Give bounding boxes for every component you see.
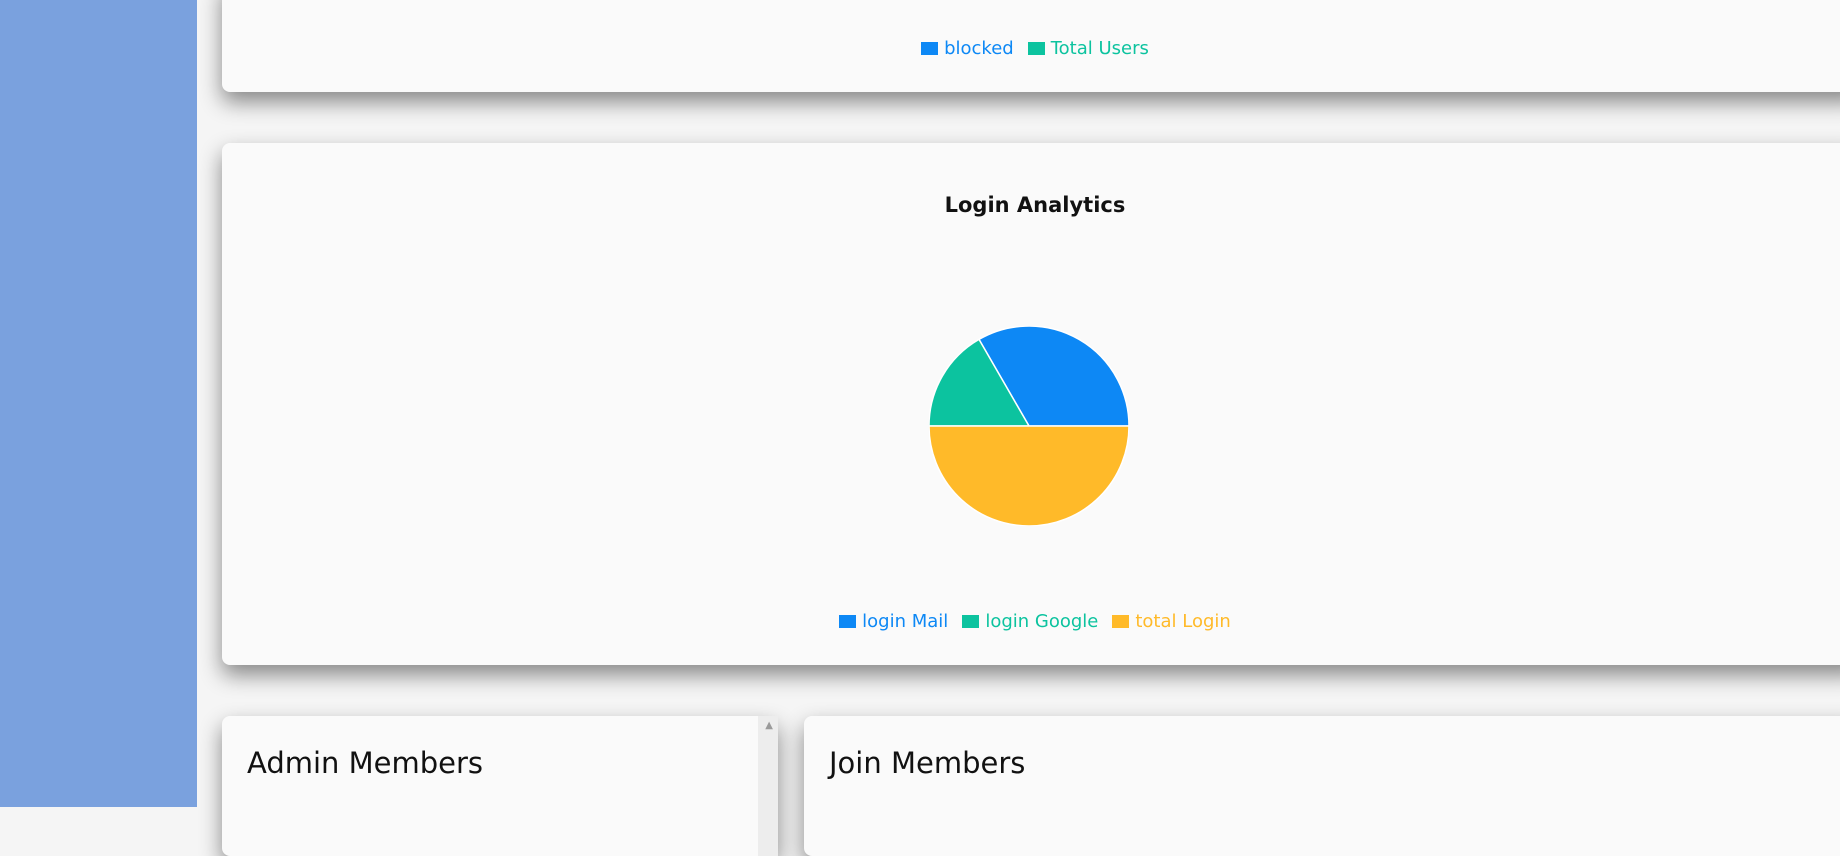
legend-swatch-login-mail <box>839 615 857 628</box>
legend-item-blocked[interactable]: blocked <box>921 38 1014 59</box>
legend-item-total-users[interactable]: Total Users <box>1027 38 1149 59</box>
legend-label-login-google: login Google <box>985 611 1099 632</box>
admin-members-title: Admin Members <box>247 746 484 780</box>
pie-slice-total-login[interactable] <box>929 425 1129 526</box>
legend-swatch-total-login <box>1112 615 1130 628</box>
legend-swatch-total-users <box>1027 42 1045 55</box>
scroll-up-arrow-icon[interactable]: ▲ <box>765 720 773 731</box>
admin-members-card: Admin Members ▲ <box>222 716 778 856</box>
login-analytics-pie <box>929 326 1129 526</box>
users-chart-legend: blocked Total Users <box>215 38 1840 59</box>
legend-label-login-mail: login Mail <box>862 611 949 632</box>
join-members-card: Join Members <box>804 716 1840 856</box>
admin-members-scrollbar[interactable]: ▲ <box>758 716 778 856</box>
users-chart-card: blocked Total Users <box>222 0 1840 92</box>
join-members-title: Join Members <box>829 746 1026 780</box>
login-analytics-legend: login Mail login Google total Login <box>215 611 1840 632</box>
legend-label-blocked: blocked <box>944 38 1014 59</box>
chart-title: Login Analytics <box>944 193 1126 217</box>
legend-label-total-login: total Login <box>1135 611 1231 632</box>
sidebar <box>0 0 197 807</box>
legend-item-total-login[interactable]: total Login <box>1112 611 1231 632</box>
legend-label-total-users: Total Users <box>1050 38 1149 59</box>
login-analytics-card: Login Analytics login Mail login Google … <box>222 143 1840 665</box>
legend-item-login-mail[interactable]: login Mail <box>839 611 948 632</box>
legend-swatch-blocked <box>921 42 939 55</box>
main-content: blocked Total Users Login Analytics logi… <box>197 0 1840 856</box>
legend-item-login-google[interactable]: login Google <box>962 611 1098 632</box>
legend-swatch-login-google <box>962 615 980 628</box>
